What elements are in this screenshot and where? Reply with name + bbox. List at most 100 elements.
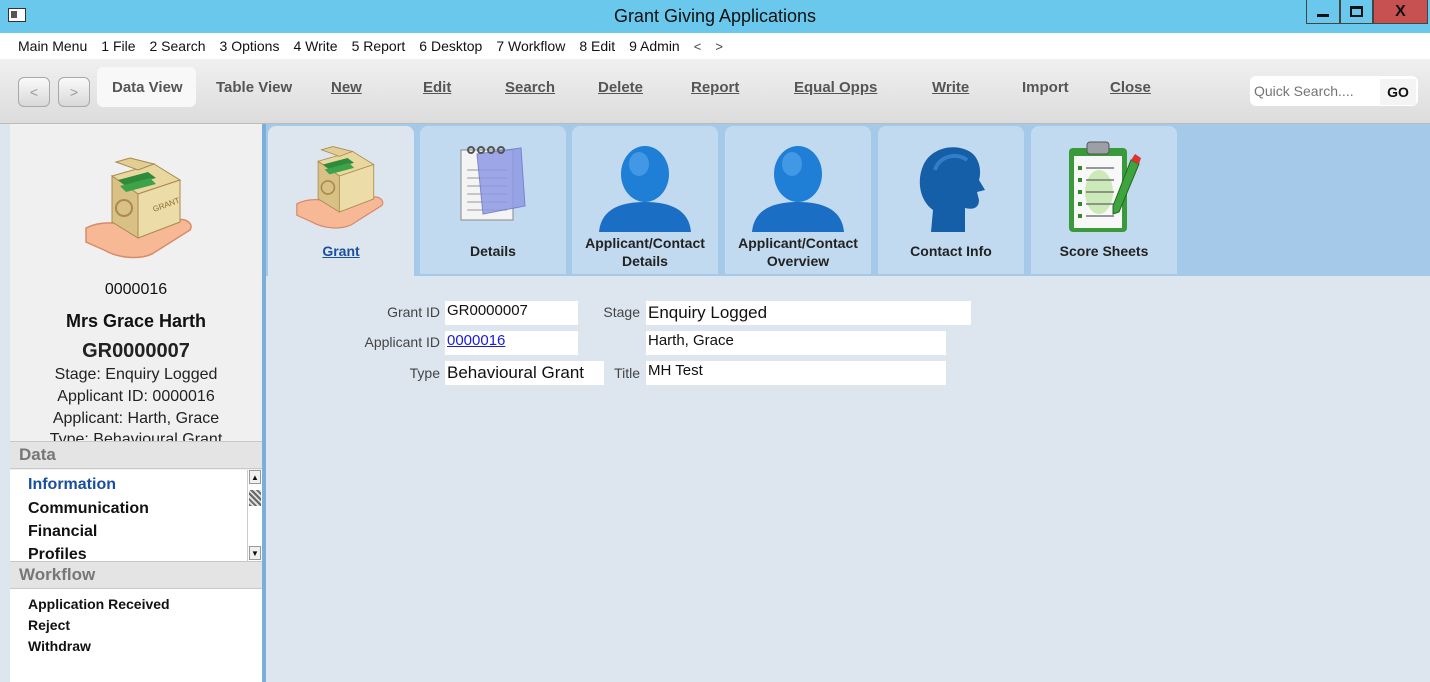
quick-search-input[interactable] xyxy=(1254,80,1378,102)
minimize-button[interactable] xyxy=(1306,0,1340,24)
grant-form: Grant ID GR0000007 Applicant ID 0000016 … xyxy=(266,276,1430,682)
tab-applicant-details-label-2: Details xyxy=(622,253,668,269)
window-title: Grant Giving Applications xyxy=(613,6,817,26)
scroll-down-icon[interactable]: ▼ xyxy=(249,546,261,560)
grant-box-icon: GRANT xyxy=(85,157,192,259)
menu-edit[interactable]: 8 Edit xyxy=(579,38,615,54)
scroll-thumb[interactable] xyxy=(249,490,261,506)
stage-label: Stage xyxy=(603,304,640,320)
summary-applicant-id: Applicant ID: 0000016 xyxy=(57,388,215,405)
data-list-scrollbar[interactable]: ▲ ▼ xyxy=(247,470,261,562)
title-field[interactable]: MH Test xyxy=(646,361,946,385)
grant-id-label: Grant ID xyxy=(387,304,440,320)
menu-scroll-right[interactable]: > xyxy=(715,39,723,54)
stage-field[interactable]: Enquiry Logged xyxy=(646,301,971,325)
applicant-id-link[interactable]: 0000016 xyxy=(445,331,578,355)
equal-opps-button[interactable]: Equal Opps xyxy=(794,79,877,96)
workflow-list: Application Received Reject Withdraw xyxy=(10,589,262,682)
menu-search[interactable]: 2 Search xyxy=(150,38,206,54)
applicant-id-label: Applicant ID xyxy=(364,334,440,350)
grant-box-icon xyxy=(296,146,384,229)
menu-file[interactable]: 1 File xyxy=(101,38,135,54)
person-icon xyxy=(599,146,691,232)
workflow-item-reject[interactable]: Reject xyxy=(28,617,70,633)
type-field[interactable]: Behavioural Grant xyxy=(445,361,604,385)
person-icon xyxy=(752,146,844,232)
report-button[interactable]: Report xyxy=(691,79,739,96)
close-window-button[interactable]: X xyxy=(1373,0,1428,24)
tab-grant-label: Grant xyxy=(322,243,360,259)
menu-write[interactable]: 4 Write xyxy=(293,38,337,54)
tab-contact-info[interactable]: Contact Info xyxy=(878,126,1024,274)
write-button[interactable]: Write xyxy=(932,79,969,96)
tab-details-label: Details xyxy=(470,243,516,259)
application-window: { "window": { "title": "Grant Giving App… xyxy=(0,0,1430,682)
title-bar: Grant Giving Applications X xyxy=(0,0,1430,33)
import-button[interactable]: Import xyxy=(1022,79,1069,96)
tab-applicant-details-label-1: Applicant/Contact xyxy=(585,235,705,251)
go-button[interactable]: GO xyxy=(1380,79,1416,105)
workflow-item-application-received[interactable]: Application Received xyxy=(28,596,170,612)
tab-details-icon-wrap xyxy=(420,140,566,238)
menu-desktop[interactable]: 6 Desktop xyxy=(419,38,482,54)
data-item-profiles[interactable]: Profiles xyxy=(28,546,87,562)
tab-contact-info-icon-wrap xyxy=(878,140,1024,238)
scroll-up-icon[interactable]: ▲ xyxy=(249,470,261,484)
tab-grant-icon-wrap xyxy=(268,140,414,238)
edit-button[interactable]: Edit xyxy=(423,79,451,96)
tab-applicant-details[interactable]: Applicant/Contact Details xyxy=(572,126,718,274)
grant-id-field[interactable]: GR0000007 xyxy=(445,301,578,325)
delete-button[interactable]: Delete xyxy=(598,79,643,96)
toolbar: < > Data View Table View New Edit Search… xyxy=(0,59,1430,124)
back-button[interactable]: < xyxy=(18,77,50,107)
record-summary: GRANT 0000016 Mrs Grace Harth GR0000007 … xyxy=(10,124,262,442)
tab-applicant-details-icon-wrap xyxy=(572,140,718,238)
head-profile-icon xyxy=(919,147,985,232)
new-button[interactable]: New xyxy=(331,79,362,96)
data-item-financial[interactable]: Financial xyxy=(28,523,97,541)
notepad-icon xyxy=(460,146,526,221)
tab-score-sheets[interactable]: Score Sheets xyxy=(1031,126,1177,274)
data-item-communication[interactable]: Communication xyxy=(28,500,149,518)
clipboard-icon xyxy=(1069,141,1141,232)
summary-name: Mrs Grace Harth xyxy=(65,311,207,331)
type-label: Type xyxy=(409,365,440,381)
minimize-icon xyxy=(1317,14,1329,17)
data-list: Information Communication Financial Prof… xyxy=(10,470,262,562)
tab-grant[interactable]: Grant xyxy=(268,126,414,278)
menu-workflow[interactable]: 7 Workflow xyxy=(496,38,565,54)
table-view-button[interactable]: Table View xyxy=(216,79,292,96)
title-label: Title xyxy=(614,365,640,381)
close-icon: X xyxy=(1395,2,1406,20)
search-button[interactable]: Search xyxy=(505,79,555,96)
summary-applicant: Applicant: Harth, Grace xyxy=(52,410,220,427)
forward-arrow-icon: > xyxy=(69,84,79,100)
tab-details[interactable]: Details xyxy=(420,126,566,274)
data-item-information[interactable]: Information xyxy=(28,476,116,494)
tab-strip: Grant Details Applicant/Contact Details … xyxy=(266,124,1430,278)
menu-options[interactable]: 3 Options xyxy=(220,38,280,54)
workflow-section-heading[interactable]: Workflow xyxy=(10,561,262,589)
tab-applicant-overview-icon-wrap xyxy=(725,140,871,238)
data-section-heading[interactable]: Data xyxy=(10,441,262,469)
menu-report[interactable]: 5 Report xyxy=(352,38,406,54)
summary-reference: GR0000007 xyxy=(82,340,190,362)
tab-applicant-overview-label-2: Overview xyxy=(766,253,830,269)
close-button[interactable]: Close xyxy=(1110,79,1151,96)
tab-contact-info-label: Contact Info xyxy=(910,243,992,259)
menu-scroll-left[interactable]: < xyxy=(694,39,702,54)
menu-admin[interactable]: 9 Admin xyxy=(629,38,680,54)
tab-applicant-overview-label-1: Applicant/Contact xyxy=(738,235,858,251)
menu-bar: Main Menu 1 File 2 Search 3 Options 4 Wr… xyxy=(0,33,1430,59)
tab-score-sheets-label: Score Sheets xyxy=(1059,243,1149,259)
maximize-button[interactable] xyxy=(1340,0,1373,24)
left-panel: GRANT 0000016 Mrs Grace Harth GR0000007 … xyxy=(10,124,262,682)
summary-stage: Stage: Enquiry Logged xyxy=(54,366,218,383)
summary-number: 0000016 xyxy=(104,281,168,298)
workflow-item-withdraw[interactable]: Withdraw xyxy=(28,638,91,654)
data-view-button[interactable]: Data View xyxy=(112,79,183,96)
tab-applicant-overview[interactable]: Applicant/Contact Overview xyxy=(725,126,871,274)
applicant-name-field[interactable]: Harth, Grace xyxy=(646,331,946,355)
forward-button[interactable]: > xyxy=(58,77,90,107)
menu-main[interactable]: Main Menu xyxy=(18,38,87,54)
